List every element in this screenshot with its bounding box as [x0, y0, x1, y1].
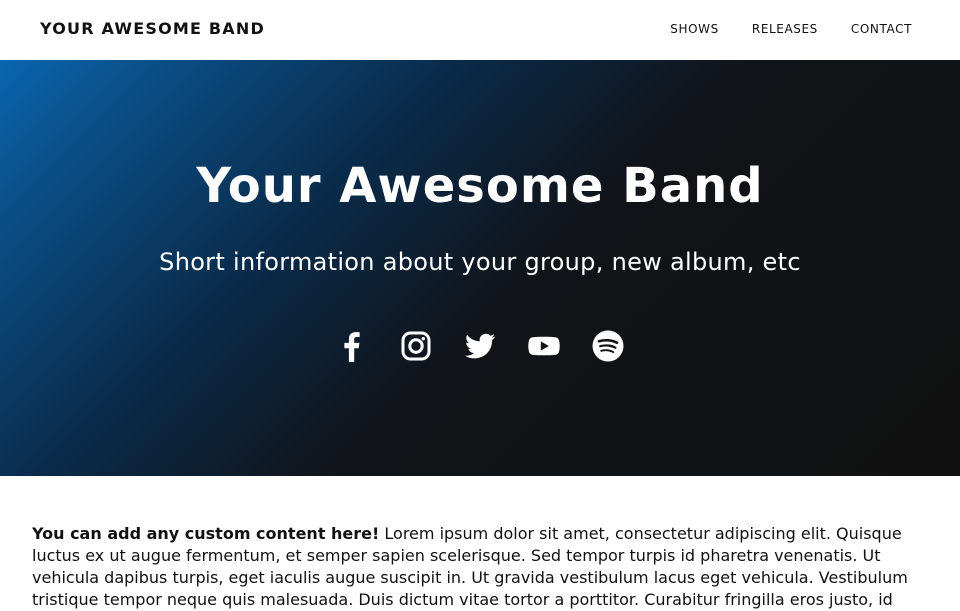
instagram-link[interactable]: [400, 328, 432, 364]
hero-section: Your Awesome Band Short information abou…: [0, 60, 960, 476]
facebook-icon: [344, 332, 360, 362]
spotify-icon: [592, 330, 624, 362]
nav-link-releases[interactable]: RELEASES: [752, 21, 818, 37]
navbar: YOUR AWESOME BAND SHOWS RELEASES CONTACT: [0, 0, 960, 60]
twitter-icon: [465, 333, 496, 359]
youtube-link[interactable]: [528, 328, 560, 364]
youtube-icon: [528, 336, 560, 356]
instagram-icon: [401, 331, 431, 361]
hero-subtitle: Short information about your group, new …: [159, 248, 801, 276]
nav-link-contact[interactable]: CONTACT: [851, 21, 912, 37]
brand-logo-link[interactable]: YOUR AWESOME BAND: [40, 19, 265, 39]
nav-link-shows[interactable]: SHOWS: [670, 21, 719, 37]
spotify-link[interactable]: [592, 328, 624, 364]
facebook-link[interactable]: [336, 328, 368, 364]
hero-title: Your Awesome Band: [196, 158, 764, 214]
custom-content-paragraph: You can add any custom content here! Lor…: [32, 523, 912, 611]
twitter-link[interactable]: [464, 328, 496, 364]
nav-links: SHOWS RELEASES CONTACT: [670, 21, 912, 37]
content-lead: You can add any custom content here!: [32, 524, 380, 543]
social-links: [0, 328, 960, 364]
